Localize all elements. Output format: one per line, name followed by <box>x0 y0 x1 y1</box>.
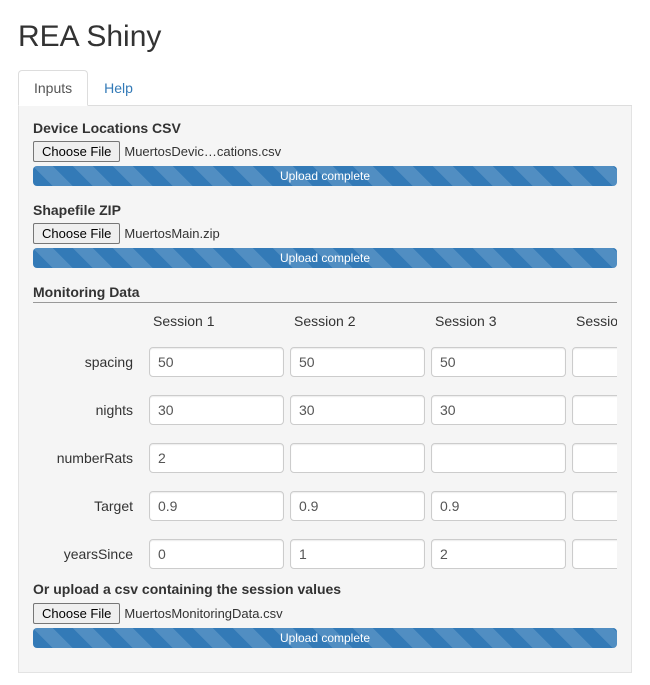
nights-session-2[interactable] <box>290 395 425 425</box>
monitoring-csv-choose-button[interactable]: Choose File <box>33 603 120 624</box>
yearssince-session-4[interactable] <box>572 539 617 569</box>
row-label-spacing: spacing <box>33 354 143 370</box>
session-3-header: Session 3 <box>431 313 566 329</box>
monitoring-csv-file-input: Choose File MuertosMonitoringData.csv <box>33 603 617 624</box>
spacing-session-4[interactable] <box>572 347 617 377</box>
row-label-yearssince: yearsSince <box>33 546 143 562</box>
yearssince-session-1[interactable] <box>149 539 284 569</box>
shapefile-zip-filename: MuertosMain.zip <box>124 226 219 241</box>
target-session-2[interactable] <box>290 491 425 521</box>
row-label-nights: nights <box>33 402 143 418</box>
numberrats-session-4[interactable] <box>572 443 617 473</box>
monitoring-csv-progress-bar: Upload complete <box>33 628 617 648</box>
tab-bar: Inputs Help <box>18 70 632 106</box>
nights-session-3[interactable] <box>431 395 566 425</box>
session-4-header: Session 4 <box>572 313 617 329</box>
target-session-1[interactable] <box>149 491 284 521</box>
device-csv-filename: MuertosDevic…cations.csv <box>124 144 281 159</box>
monitoring-header: Monitoring Data <box>33 284 617 303</box>
yearssince-session-3[interactable] <box>431 539 566 569</box>
target-session-3[interactable] <box>431 491 566 521</box>
monitoring-csv-progress: Upload complete <box>33 628 617 648</box>
nights-session-1[interactable] <box>149 395 284 425</box>
spacing-session-2[interactable] <box>290 347 425 377</box>
monitoring-or-upload-label: Or upload a csv containing the session v… <box>33 581 617 597</box>
target-session-4[interactable] <box>572 491 617 521</box>
row-label-numberrats: numberRats <box>33 450 143 466</box>
shapefile-zip-choose-button[interactable]: Choose File <box>33 223 120 244</box>
monitoring-grid-scroll[interactable]: Session 1 Session 2 Session 3 Session 4 … <box>33 313 617 577</box>
tab-help[interactable]: Help <box>88 70 149 106</box>
spacing-session-1[interactable] <box>149 347 284 377</box>
shapefile-zip-label: Shapefile ZIP <box>33 202 617 218</box>
device-csv-label: Device Locations CSV <box>33 120 617 136</box>
device-csv-choose-button[interactable]: Choose File <box>33 141 120 162</box>
page-title: REA Shiny <box>18 20 632 54</box>
numberrats-session-1[interactable] <box>149 443 284 473</box>
monitoring-grid: Session 1 Session 2 Session 3 Session 4 … <box>33 313 617 569</box>
spacing-session-3[interactable] <box>431 347 566 377</box>
yearssince-session-2[interactable] <box>290 539 425 569</box>
shapefile-zip-progress-bar: Upload complete <box>33 248 617 268</box>
numberrats-session-3[interactable] <box>431 443 566 473</box>
shapefile-zip-file-input: Choose File MuertosMain.zip <box>33 223 617 244</box>
numberrats-session-2[interactable] <box>290 443 425 473</box>
inputs-panel: Device Locations CSV Choose File Muertos… <box>18 106 632 673</box>
device-csv-progress-bar: Upload complete <box>33 166 617 186</box>
device-csv-file-input: Choose File MuertosDevic…cations.csv <box>33 141 617 162</box>
device-csv-progress: Upload complete <box>33 166 617 186</box>
row-label-target: Target <box>33 498 143 514</box>
tab-inputs[interactable]: Inputs <box>18 70 88 106</box>
nights-session-4[interactable] <box>572 395 617 425</box>
monitoring-csv-filename: MuertosMonitoringData.csv <box>124 606 282 621</box>
session-2-header: Session 2 <box>290 313 425 329</box>
shapefile-zip-progress: Upload complete <box>33 248 617 268</box>
session-1-header: Session 1 <box>149 313 284 329</box>
